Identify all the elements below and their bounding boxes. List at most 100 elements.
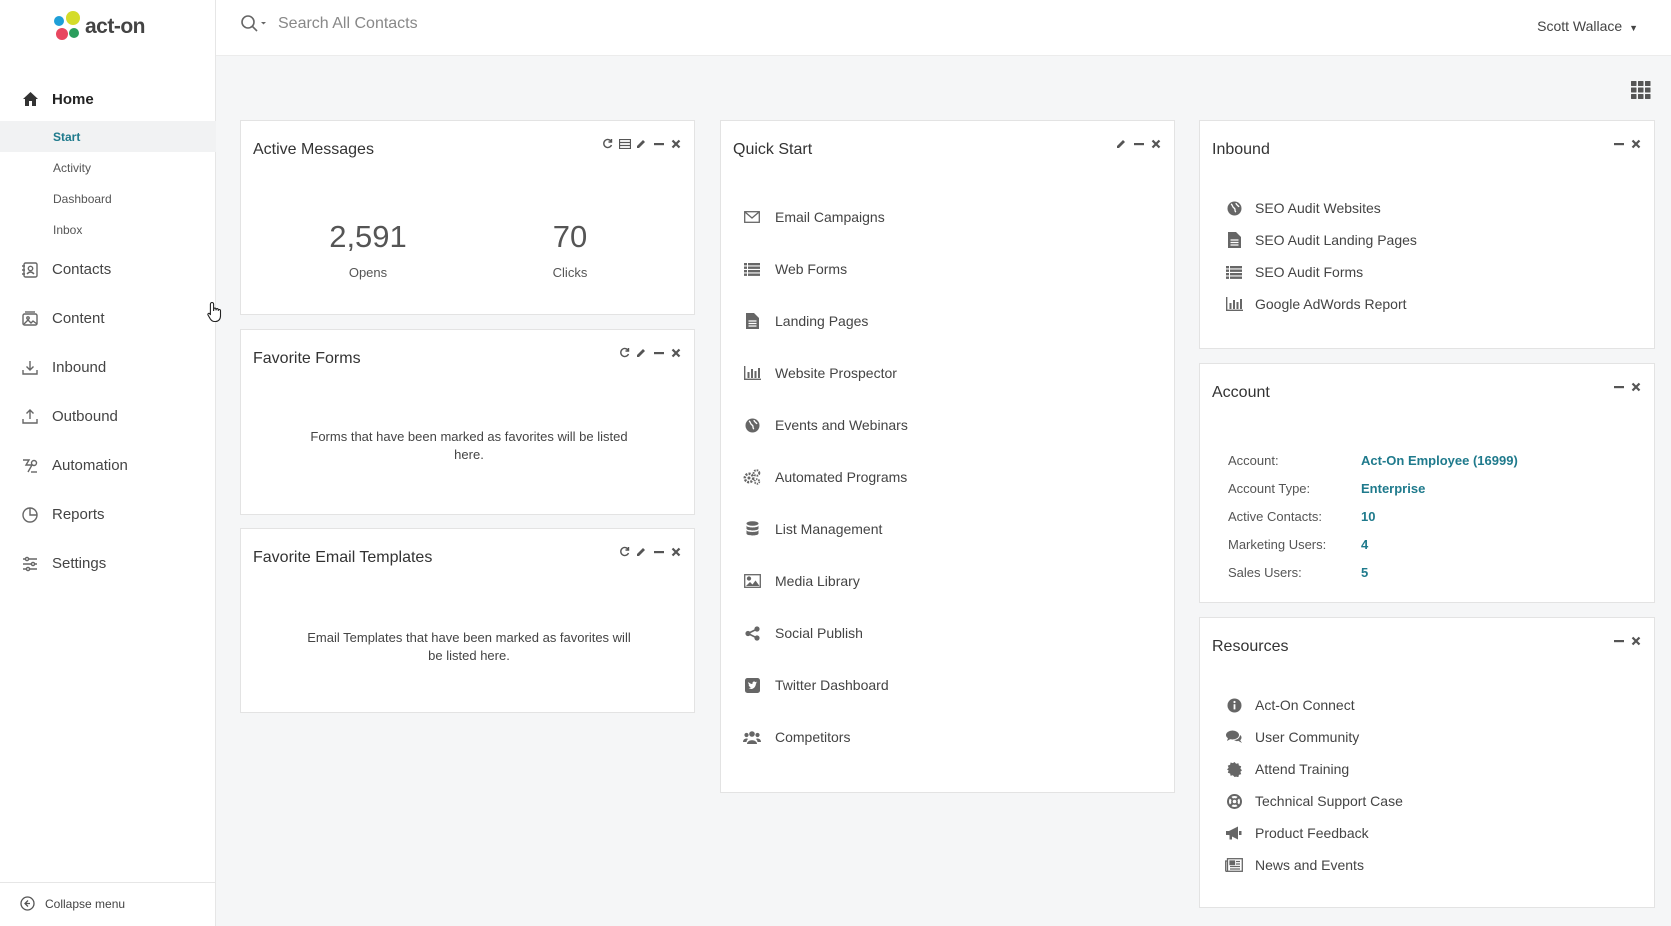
edit-icon[interactable] xyxy=(1115,137,1128,150)
resource-user-community[interactable]: User Community xyxy=(1225,721,1403,753)
quick-start-label: Twitter Dashboard xyxy=(775,677,889,693)
opens-stat[interactable]: 2,591 Opens xyxy=(288,219,448,280)
sidebar-item-reports[interactable]: Reports xyxy=(0,490,216,539)
account-value[interactable]: 4 xyxy=(1361,537,1368,552)
outbound-icon xyxy=(20,407,40,427)
resource-technical-support-case[interactable]: Technical Support Case xyxy=(1225,785,1403,817)
quick-start-email-campaigns[interactable]: Email Campaigns xyxy=(743,191,908,243)
arrow-left-circle-icon xyxy=(20,896,35,911)
inbound-seo-audit-forms[interactable]: SEO Audit Forms xyxy=(1225,256,1417,288)
close-icon[interactable] xyxy=(669,545,682,558)
minimize-icon[interactable] xyxy=(1612,634,1625,647)
quick-start-website-prospector[interactable]: Website Prospector xyxy=(743,347,908,399)
user-menu[interactable]: Scott Wallace ▼ xyxy=(1537,18,1638,34)
quick-start-media-library[interactable]: Media Library xyxy=(743,555,908,607)
minimize-icon[interactable] xyxy=(652,137,665,150)
quick-start-automated-programs[interactable]: Automated Programs xyxy=(743,451,908,503)
refresh-icon[interactable] xyxy=(601,137,614,150)
sidebar-item-content[interactable]: Content xyxy=(0,294,216,343)
sidebar-item-label: Contacts xyxy=(52,261,112,278)
megaphone-icon xyxy=(1225,824,1243,842)
card-title: Account xyxy=(1212,384,1270,401)
sidebar-subitem-dashboard[interactable]: Dashboard xyxy=(0,183,216,214)
inbound-google-adwords-report[interactable]: Google AdWords Report xyxy=(1225,288,1417,320)
quick-start-list-management[interactable]: List Management xyxy=(743,503,908,555)
minimize-icon[interactable] xyxy=(652,545,665,558)
account-row: Sales Users: 5 xyxy=(1228,558,1518,586)
opens-value: 2,591 xyxy=(329,219,407,254)
quick-start-web-forms[interactable]: Web Forms xyxy=(743,243,908,295)
users-icon xyxy=(743,728,761,746)
sidebar: act-on Home Start Activity Dashboard Inb… xyxy=(0,0,216,926)
sidebar-subitem-start[interactable]: Start xyxy=(0,121,216,152)
sidebar-item-inbound[interactable]: Inbound xyxy=(0,343,216,392)
quick-start-social-publish[interactable]: Social Publish xyxy=(743,607,908,659)
close-icon[interactable] xyxy=(669,346,682,359)
minimize-icon[interactable] xyxy=(652,346,665,359)
card-controls xyxy=(1612,380,1642,393)
close-icon[interactable] xyxy=(1149,137,1162,150)
quick-start-list: Email Campaigns Web Forms Landing Pages … xyxy=(743,191,908,763)
sidebar-item-label: Settings xyxy=(52,555,107,572)
resource-label: Act-On Connect xyxy=(1255,697,1355,713)
favorite-email-templates-card: Favorite Email Templates Email Templates… xyxy=(240,528,695,713)
close-icon[interactable] xyxy=(1629,380,1642,393)
account-value[interactable]: Enterprise xyxy=(1361,481,1425,496)
inbound-icon xyxy=(20,358,40,378)
account-value[interactable]: Act-On Employee (16999) xyxy=(1361,453,1518,468)
inbound-seo-audit-websites[interactable]: SEO Audit Websites xyxy=(1225,192,1417,224)
quick-start-label: Automated Programs xyxy=(775,469,908,485)
account-row: Account: Act-On Employee (16999) xyxy=(1228,446,1518,474)
sidebar-subitem-inbox[interactable]: Inbox xyxy=(0,214,216,245)
quick-start-landing-pages[interactable]: Landing Pages xyxy=(743,295,908,347)
act-on-logo[interactable]: act-on xyxy=(54,11,146,43)
clicks-label: Clicks xyxy=(552,265,588,280)
inbound-seo-audit-landing-pages[interactable]: SEO Audit Landing Pages xyxy=(1225,224,1417,256)
sidebar-subitem-activity[interactable]: Activity xyxy=(0,152,216,183)
quick-start-label: List Management xyxy=(775,521,883,537)
grid-layout-icon[interactable] xyxy=(1631,81,1651,104)
collapse-menu-button[interactable]: Collapse menu xyxy=(20,896,125,911)
resource-attend-training[interactable]: Attend Training xyxy=(1225,753,1403,785)
resource-product-feedback[interactable]: Product Feedback xyxy=(1225,817,1403,849)
close-icon[interactable] xyxy=(1629,634,1642,647)
sidebar-item-contacts[interactable]: Contacts xyxy=(0,245,216,294)
edit-icon[interactable] xyxy=(635,545,648,558)
card-title: Inbound xyxy=(1212,141,1270,158)
minimize-icon[interactable] xyxy=(1612,137,1625,150)
newspaper-icon xyxy=(1225,856,1243,874)
search-input[interactable] xyxy=(278,15,678,33)
minimize-icon[interactable] xyxy=(1132,137,1145,150)
edit-icon[interactable] xyxy=(635,346,648,359)
minimize-icon[interactable] xyxy=(1612,380,1625,393)
inbound-card: Inbound SEO Audit Websites SEO Audit Lan… xyxy=(1199,120,1655,349)
account-key: Account Type: xyxy=(1228,480,1311,496)
quick-start-events-webinars[interactable]: Events and Webinars xyxy=(743,399,908,451)
table-view-icon[interactable] xyxy=(618,137,631,150)
automation-icon xyxy=(20,456,40,476)
close-icon[interactable] xyxy=(1629,137,1642,150)
sidebar-item-label: Content xyxy=(52,310,105,327)
quick-start-twitter-dashboard[interactable]: Twitter Dashboard xyxy=(743,659,908,711)
settings-icon xyxy=(20,554,40,574)
sidebar-item-home[interactable]: Home xyxy=(0,82,216,116)
account-value[interactable]: 10 xyxy=(1361,509,1375,524)
sidebar-item-outbound[interactable]: Outbound xyxy=(0,392,216,441)
sidebar-item-label: Home xyxy=(52,90,94,108)
card-controls xyxy=(1115,137,1162,150)
refresh-icon[interactable] xyxy=(618,346,631,359)
card-controls xyxy=(1612,137,1642,150)
clicks-stat[interactable]: 70 Clicks xyxy=(490,219,650,280)
sidebar-item-settings[interactable]: Settings xyxy=(0,539,216,588)
resource-act-on-connect[interactable]: Act-On Connect xyxy=(1225,689,1403,721)
top-bar: Scott Wallace ▼ xyxy=(216,0,1671,56)
sidebar-item-automation[interactable]: Automation xyxy=(0,441,216,490)
quick-start-competitors[interactable]: Competitors xyxy=(743,711,908,763)
edit-icon[interactable] xyxy=(635,137,648,150)
empty-state-message: Email Templates that have been marked as… xyxy=(307,630,631,663)
account-value[interactable]: 5 xyxy=(1361,565,1368,580)
close-icon[interactable] xyxy=(669,137,682,150)
refresh-icon[interactable] xyxy=(618,545,631,558)
resource-news-and-events[interactable]: News and Events xyxy=(1225,849,1403,881)
search-icon[interactable] xyxy=(240,14,268,34)
